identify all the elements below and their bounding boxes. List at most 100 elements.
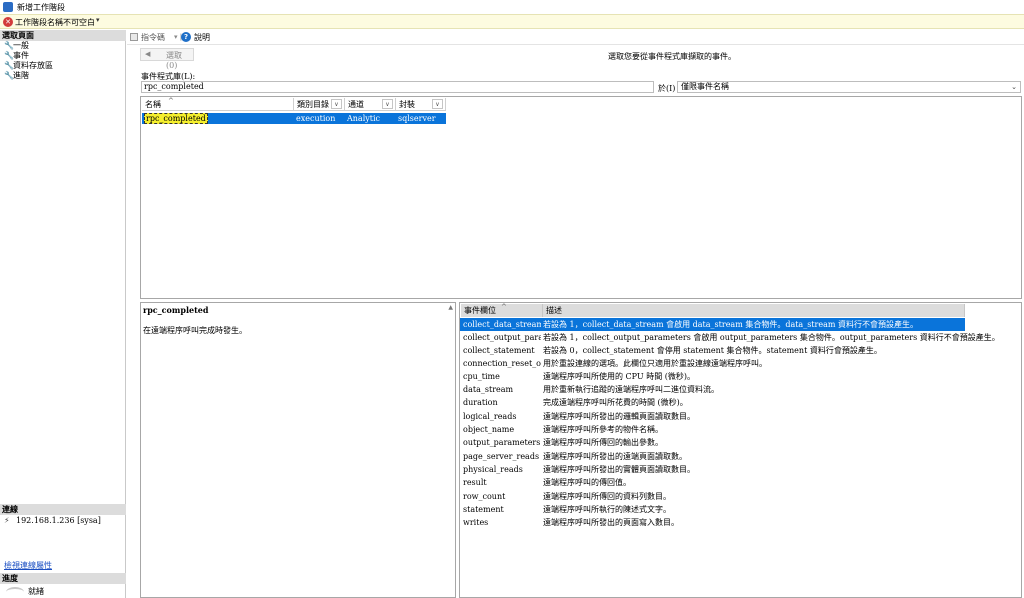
field-desc-cell: 遠端程序呼叫所傳回的輸出參數。 (543, 438, 663, 447)
table-row[interactable]: connection_reset_option用於重設連線的選項。此欄位只適用於… (460, 357, 965, 370)
search-scope-select[interactable]: 僅限事件名稱 ⌄ (677, 81, 1021, 93)
column-header-name[interactable]: 名稱 ^ (142, 97, 294, 111)
field-name-cell: collect_output_paramet... (463, 333, 541, 342)
table-row[interactable]: data_stream 用於重新執行追蹤的遠端程序呼叫二進位資料流。 (460, 383, 965, 396)
select-page-header: 選取頁面 (0, 30, 126, 41)
table-row[interactable]: object_name 遠端程序呼叫所參考的物件名稱。 (460, 423, 965, 436)
field-name-cell: output_parameters (463, 438, 541, 447)
table-row[interactable]: collect_statement 若設為 0，collect_statement… (460, 344, 965, 357)
script-icon (130, 33, 138, 41)
field-desc-cell: 遠端程序呼叫的傳回值。 (543, 478, 631, 487)
column-header-field[interactable]: 事件欄位 ^ (461, 303, 543, 317)
field-name-cell: writes (463, 518, 489, 527)
table-row[interactable]: row_count 遠端程序呼叫所傳回的資料列數目。 (460, 490, 965, 503)
field-desc-cell: 遠端程序呼叫所發出的頁面寫入數目。 (543, 518, 679, 527)
nav-item-label: 資料存放區 (13, 61, 53, 70)
chevron-down-icon[interactable]: ▾ (96, 16, 100, 24)
table-row[interactable]: collect_data_stream 若設為 1，collect_data_st… (460, 318, 965, 331)
validation-bar[interactable]: ✕ 工作階段名稱不可空白 ▾ (0, 14, 1024, 29)
event-library-input[interactable]: rpc_completed (141, 81, 654, 93)
toolbar: 指令碼 ▾ | ? 說明 (127, 30, 1024, 45)
field-desc-cell: 用於重設連線的選項。此欄位只適用於重設連線遠端程序呼叫。 (543, 359, 767, 368)
field-name-cell: row_count (463, 492, 506, 501)
field-name-cell: collect_data_stream (463, 320, 541, 329)
event-grid: 名稱 ^ 類別目錄 ∨ 通道 ∨ 封裝 ∨ rpc_completed exec… (140, 96, 1022, 299)
column-header-package[interactable]: 封裝 ∨ (396, 98, 446, 111)
field-name-cell: page_server_reads (463, 452, 540, 461)
chevron-down-icon: ⌄ (1011, 83, 1017, 91)
table-row[interactable]: rpc_completed execution Analytic sqlserv… (142, 113, 446, 124)
wrench-icon: 🔧 (4, 61, 14, 70)
event-name-cell: rpc_completed (144, 113, 208, 124)
field-desc-cell: 用於重新執行追蹤的遠端程序呼叫二進位資料流。 (543, 385, 719, 394)
window-title: 新增工作階段 (17, 3, 65, 12)
table-row[interactable]: physical_reads 遠端程序呼叫所發出的實體頁面讀取數目。 (460, 463, 965, 476)
field-name-cell: cpu_time (463, 372, 500, 381)
nav-item-advanced[interactable]: 🔧進階 (4, 71, 29, 81)
table-row[interactable]: logical_reads 遠端程序呼叫所發出的邏輯頁面讀取數目。 (460, 410, 965, 423)
column-header-label: 封裝 (399, 100, 415, 109)
field-desc-cell: 遠端程序呼叫所發出的實體頁面讀取數目。 (543, 465, 695, 474)
field-desc-cell: 遠端程序呼叫所使用的 CPU 時間 (微秒)。 (543, 372, 695, 381)
table-row[interactable]: output_parameters 遠端程序呼叫所傳回的輸出參數。 (460, 436, 965, 449)
field-desc-cell: 若設為 1，collect_output_parameters 會啟用 outp… (543, 333, 1000, 342)
field-desc-cell: 遠端程序呼叫所傳回的資料列數目。 (543, 492, 671, 501)
event-category-cell: execution (296, 114, 336, 123)
table-row[interactable]: writes 遠端程序呼叫所發出的頁面寫入數目。 (460, 516, 965, 529)
field-desc-cell: 遠端程序呼叫所發出的遠端頁面讀取數。 (543, 452, 687, 461)
nav-item-events[interactable]: 🔧事件 (4, 51, 29, 61)
field-desc-cell: 遠端程序呼叫所執行的陳述式文字。 (543, 505, 671, 514)
validation-message: 工作階段名稱不可空白 (15, 18, 95, 27)
field-name-cell: collect_statement (463, 346, 535, 355)
table-row[interactable]: duration 完成遠端程序呼叫所花費的時間 (微秒)。 (460, 396, 965, 409)
column-header-description[interactable]: 描述 (543, 304, 965, 317)
event-description-text: 在遠端程序呼叫完成時發生。 (143, 326, 247, 335)
wrench-icon: 🔧 (4, 71, 14, 80)
search-scope-value: 僅限事件名稱 (681, 82, 729, 91)
filter-dropdown-icon[interactable]: ∨ (331, 99, 342, 109)
column-header-label: 類別目錄 (297, 100, 329, 109)
select-button[interactable]: ◀ 選取(0) (140, 48, 194, 70)
nav-item-data-storage[interactable]: 🔧資料存放區 (4, 61, 53, 71)
error-icon: ✕ (3, 17, 13, 27)
event-channel-cell: Analytic (347, 114, 381, 123)
wrench-icon: 🔧 (4, 51, 14, 60)
select-button-label: 選取(0) (166, 51, 182, 70)
nav-item-label: 進階 (13, 71, 29, 80)
table-row[interactable]: collect_output_paramet...若設為 1，collect_o… (460, 331, 1000, 344)
column-header-label: 名稱 (145, 100, 161, 109)
table-row[interactable]: statement 遠端程序呼叫所執行的陳述式文字。 (460, 503, 965, 516)
field-desc-cell: 遠端程序呼叫所參考的物件名稱。 (543, 425, 663, 434)
column-header-channel[interactable]: 通道 ∨ (345, 98, 396, 111)
field-desc-cell: 若設為 1，collect_data_stream 會啟用 data_strea… (543, 320, 918, 329)
view-connection-properties-link[interactable]: 檢視連線屬性 (4, 560, 52, 571)
field-name-cell: data_stream (463, 385, 514, 394)
filter-dropdown-icon[interactable]: ∨ (432, 99, 443, 109)
progress-spinner-icon (6, 587, 24, 597)
connection-item: ⚡ 192.168.1.236 [sysa] (4, 516, 101, 525)
app-icon (3, 2, 13, 12)
event-field-grid: 事件欄位 ^ 描述 collect_data_stream 若設為 1，colle… (459, 302, 1022, 598)
scroll-up-icon[interactable]: ▲ (448, 304, 453, 311)
plug-icon: ⚡ (4, 516, 10, 525)
help-icon: ? (181, 32, 191, 42)
filter-dropdown-icon[interactable]: ∨ (382, 99, 393, 109)
progress-header: 進度 (0, 573, 126, 584)
column-header-label: 描述 (546, 306, 562, 315)
help-button[interactable]: 說明 (194, 32, 210, 43)
field-name-cell: logical_reads (463, 412, 517, 421)
table-row[interactable]: page_server_reads 遠端程序呼叫所發出的遠端頁面讀取數。 (460, 450, 965, 463)
table-row[interactable]: result 遠端程序呼叫的傳回值。 (460, 476, 965, 489)
column-header-category[interactable]: 類別目錄 ∨ (294, 98, 345, 111)
connection-header: 連線 (0, 504, 126, 515)
progress-status-label: 就緒 (28, 587, 44, 596)
field-name-cell: object_name (463, 425, 515, 434)
sort-ascending-icon: ^ (501, 303, 507, 311)
event-description-pane: rpc_completed 在遠端程序呼叫完成時發生。 ▲ (140, 302, 456, 598)
column-header-label: 通道 (348, 100, 364, 109)
table-row[interactable]: cpu_time 遠端程序呼叫所使用的 CPU 時間 (微秒)。 (460, 370, 965, 383)
script-button[interactable]: 指令碼 (141, 32, 165, 43)
column-header-label: 事件欄位 (464, 306, 496, 315)
nav-item-general[interactable]: 🔧一般 (4, 41, 29, 51)
field-desc-cell: 完成遠端程序呼叫所花費的時間 (微秒)。 (543, 398, 688, 407)
